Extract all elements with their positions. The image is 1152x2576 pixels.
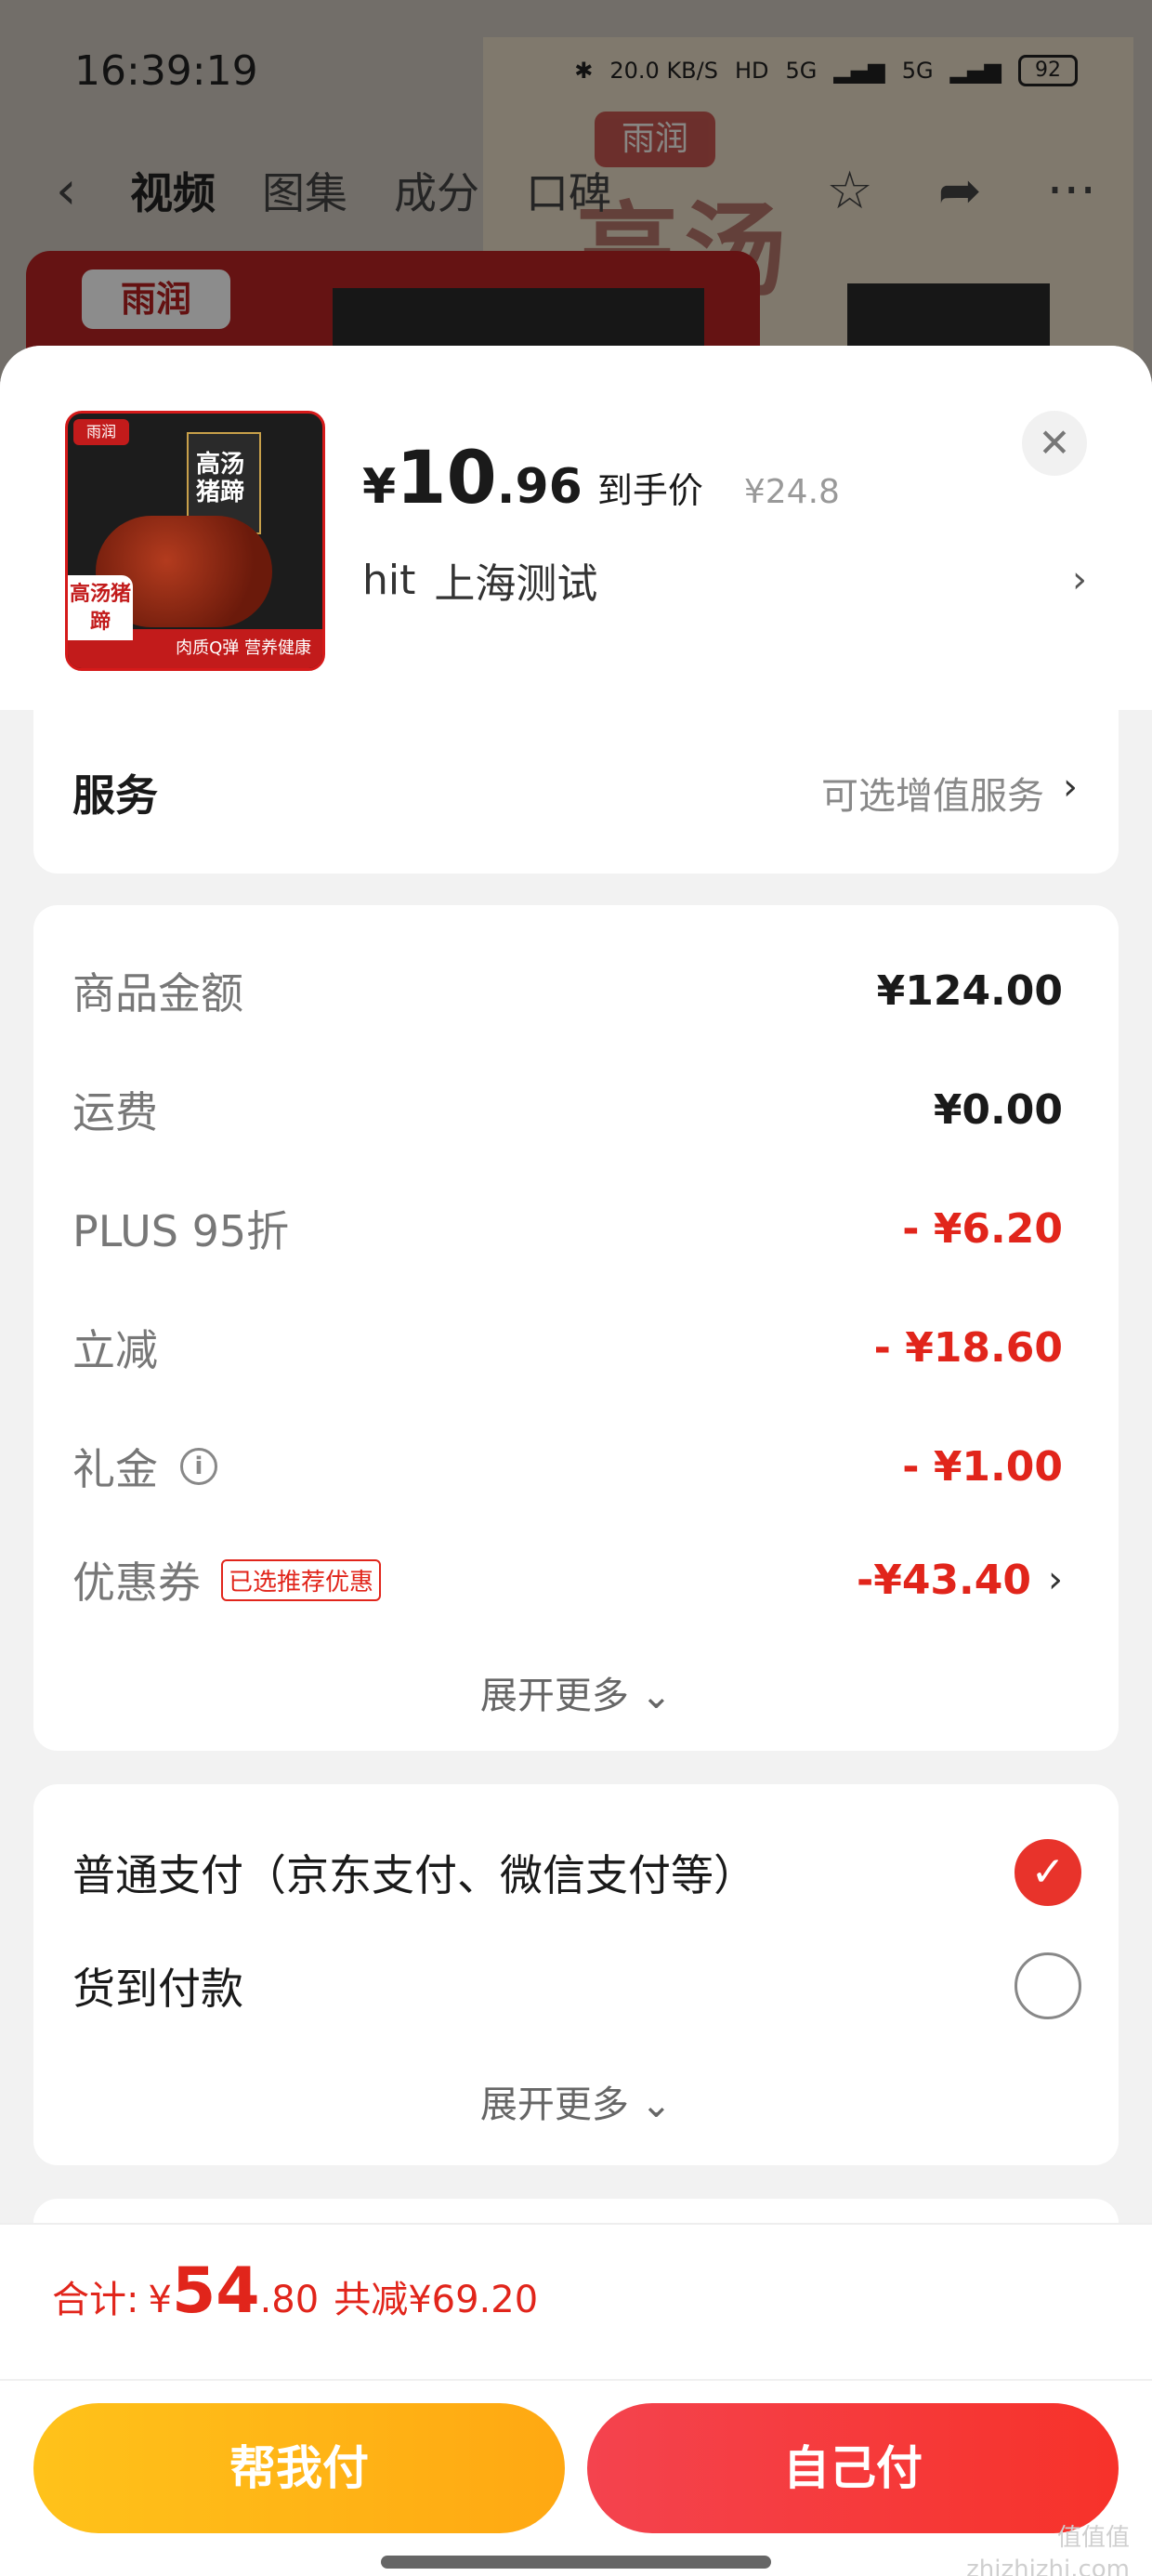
chevron-right-icon: › [1072, 559, 1087, 601]
amount-label: 礼金 [72, 1444, 158, 1494]
amount-label: 优惠券 [72, 1557, 201, 1608]
watermark-line2: zhizhizhi.com [966, 2556, 1130, 2576]
amount-label: 立减 [72, 1325, 158, 1375]
address-row[interactable]: hit 上海测试 › [362, 550, 1087, 610]
amount-value: -¥43.40 [856, 1556, 1031, 1604]
self-pay-button[interactable]: 自己付 [587, 2403, 1119, 2533]
amount-row-subtotal: 商品金额 ¥124.00 [72, 953, 1063, 1028]
expand-more-amounts[interactable]: 展开更多 ⌄ [33, 1665, 1119, 1719]
amount-row-plus-discount: PLUS 95折 - ¥6.20 [72, 1191, 1063, 1266]
price-currency: ¥ [362, 459, 397, 515]
watermark-line1: 值值值 [1056, 2524, 1130, 2552]
price-tag: 到手价 [596, 470, 703, 511]
product-summary: 雨润 高汤猪蹄 肉质Q弹 营养健康 高汤猪蹄 ¥ 10 .96 到手价 ¥24.… [0, 346, 1152, 710]
amount-card: 商品金额 ¥124.00 运费 ¥0.00 PLUS 95折 - ¥6.20 立… [33, 905, 1119, 1751]
amount-value: - ¥6.20 [902, 1204, 1063, 1253]
amount-row-instant-discount: 立减 - ¥18.60 [72, 1310, 1063, 1385]
divider [0, 2379, 1152, 2381]
total-saved: 共减¥69.20 [334, 2279, 539, 2321]
amount-row-shipping: 运费 ¥0.00 [72, 1072, 1063, 1147]
coupon-value-wrap: -¥43.40 › [857, 1557, 1063, 1604]
payment-option-label: 货到付款 [72, 1964, 243, 2014]
home-indicator[interactable] [381, 2556, 771, 2569]
total-row: 合计: ¥ 54 .80 共减¥69.20 [52, 2254, 538, 2328]
radio-checked-icon[interactable]: ✓ [1015, 1839, 1081, 1906]
radio-unchecked-icon[interactable] [1015, 1952, 1081, 2019]
chevron-down-icon: ⌄ [640, 1675, 673, 1717]
watermark: 值值值 zhizhizhi.com [966, 2522, 1130, 2576]
amount-label-wrap: 优惠券 已选推荐优惠 [72, 1549, 382, 1610]
bottom-bar: 合计: ¥ 54 .80 共减¥69.20 帮我付 自己付 值值值 zhizhi… [0, 2223, 1152, 2576]
thumb-brand-logo: 雨润 [73, 419, 129, 445]
amount-label: PLUS 95折 [72, 1206, 290, 1256]
thumb-badge: 高汤猪蹄 [68, 575, 133, 640]
price-row: ¥ 10 .96 到手价 ¥24.8 [362, 437, 840, 520]
amount-label-wrap: 礼金 i [72, 1436, 217, 1497]
expand-more-payment[interactable]: 展开更多 ⌄ [33, 2074, 1119, 2128]
address-city: 上海测试 [434, 560, 598, 608]
help-pay-button[interactable]: 帮我付 [33, 2403, 565, 2533]
original-price: ¥24.8 [743, 473, 840, 511]
modal-backdrop[interactable] [0, 0, 1152, 390]
payment-option-normal[interactable]: 普通支付（京东支付、微信支付等） ✓ [72, 1831, 1081, 1914]
total-decimal: .80 [259, 2279, 320, 2321]
expand-more-label: 展开更多 [479, 1675, 629, 1717]
service-value: 可选增值服务 › [821, 766, 1078, 820]
coupon-badge: 已选推荐优惠 [221, 1558, 382, 1601]
total-currency: ¥ [148, 2279, 172, 2321]
amount-row-coupon[interactable]: 优惠券 已选推荐优惠 -¥43.40 › [72, 1543, 1063, 1617]
amount-value: - ¥1.00 [902, 1442, 1063, 1491]
checkout-sheet: 雨润 高汤猪蹄 肉质Q弹 营养健康 高汤猪蹄 ¥ 10 .96 到手价 ¥24.… [0, 346, 1152, 2576]
service-label: 服务 [72, 770, 158, 821]
payment-option-cod[interactable]: 货到付款 [72, 1944, 1081, 2028]
info-icon[interactable]: i [180, 1448, 217, 1485]
payment-card: 普通支付（京东支付、微信支付等） ✓ 货到付款 展开更多 ⌄ [33, 1784, 1119, 2165]
amount-value: - ¥18.60 [873, 1323, 1063, 1372]
address-name: hit [362, 556, 416, 604]
chevron-right-icon: › [1048, 1558, 1063, 1601]
product-thumbnail: 雨润 高汤猪蹄 肉质Q弹 营养健康 高汤猪蹄 [65, 411, 325, 671]
background-product-page: 雨润 高汤 雨润 16:39:19 ✱ 20.0 KB/S HD 5G ▂▄▆ … [0, 0, 1152, 390]
total-label: 合计: [52, 2279, 139, 2321]
price-decimal: .96 [496, 459, 583, 515]
total-integer: 54 [171, 2254, 260, 2328]
amount-label: 运费 [72, 1087, 158, 1137]
amount-row-gift-money: 礼金 i - ¥1.00 [72, 1429, 1063, 1504]
amount-label: 商品金额 [72, 968, 243, 1019]
chevron-right-icon: › [1063, 766, 1078, 808]
expand-more-label: 展开更多 [479, 2083, 629, 2126]
price-integer: 10 [396, 437, 497, 520]
chevron-down-icon: ⌄ [640, 2083, 673, 2126]
thumb-package-title: 高汤猪蹄 [196, 451, 245, 506]
amount-value: ¥124.00 [876, 966, 1063, 1015]
payment-option-label: 普通支付（京东支付、微信支付等） [72, 1850, 756, 1900]
close-icon[interactable]: ✕ [1022, 411, 1087, 476]
service-value-text: 可选增值服务 [821, 775, 1044, 818]
service-card[interactable]: 服务 可选增值服务 › [33, 710, 1119, 874]
amount-value: ¥0.00 [933, 1085, 1063, 1134]
